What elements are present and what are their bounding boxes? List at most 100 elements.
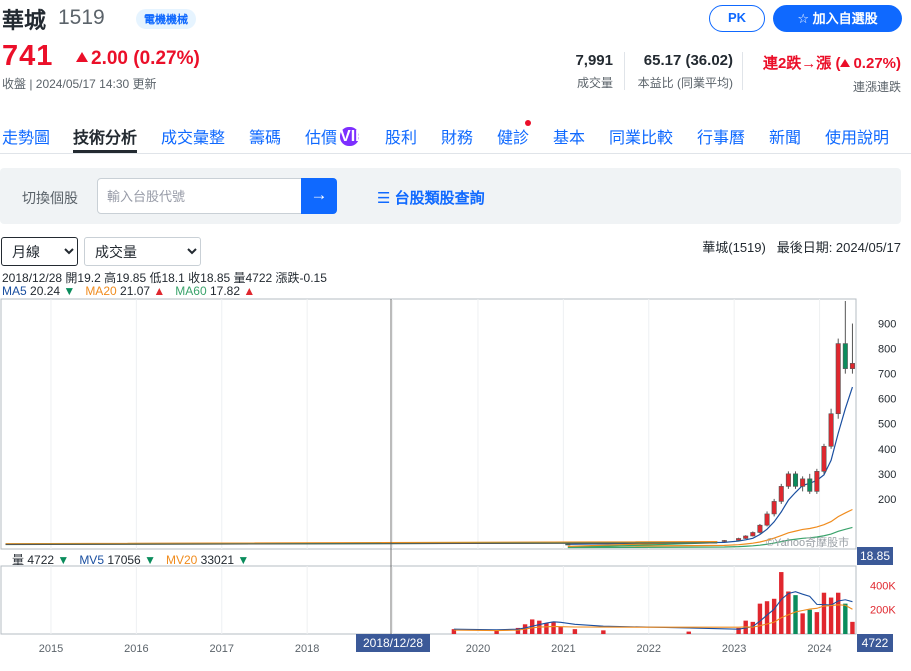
volume-bar [821,592,827,634]
ohlc-date: 2018/12/28 [2,271,63,285]
tab-news[interactable]: 新聞 [769,124,801,148]
volume-bar [572,629,578,634]
tab-valuation-label: 估價 [305,130,338,147]
tab-bar: 走勢圖 技術分析 成交彙整 籌碼 估價 VIP 股利 財務 健診 基本 同業比較 … [0,124,911,150]
candle-body [800,478,806,487]
candle-body [757,524,763,533]
tab-basic[interactable]: 基本 [553,124,585,148]
volume-bar [807,609,812,634]
tab-trend[interactable]: 走勢圖 [2,124,50,148]
price-panel [0,298,857,550]
kline-chart[interactable]: 2015201620172018201920202021202220232024… [0,298,911,671]
x-tick-label: 2018 [295,643,319,655]
vip-badge: VIP [340,127,366,146]
period-select[interactable]: 月線 [1,237,78,266]
candle-body [771,501,777,515]
tab-chips[interactable]: 籌碼 [249,124,281,148]
x-tick-label: 2017 [210,643,234,655]
y-tick-label: 900 [878,319,896,331]
category-lookup-link[interactable]: ☰ 台股類股查詢 [377,187,485,208]
add-watchlist-label: 加入自選股 [812,11,878,26]
tab-technical[interactable]: 技術分析 [73,124,137,148]
down-arrow-icon: ▼ [237,553,250,567]
candle-body [849,363,855,369]
volume-bar [757,603,763,634]
ohlc-values: 開19.2 高19.85 低18.1 收18.85 量4722 漲跌-0.15 [65,271,327,285]
candle-body [736,538,742,541]
tab-peer-compare[interactable]: 同業比較 [609,124,673,148]
tab-calendar[interactable]: 行事曆 [697,124,745,148]
volume-tick-label: 200K [870,605,896,617]
mv5-value: 17056 [107,553,141,567]
list-icon: ☰ [377,190,391,207]
y-tick-label: 300 [878,469,896,481]
ma20-value: 21.07 [120,284,151,298]
chart-stock-title: 華城(1519) [702,240,766,255]
tab-valuation[interactable]: 估價 VIP [305,124,366,148]
volume-bar [843,603,848,634]
vol-label: 量 [12,553,25,567]
active-tab-indicator [73,150,137,153]
tab-diagnosis[interactable]: 健診 [497,124,529,148]
y-tick-label: 800 [878,344,896,356]
candle-body [835,343,841,415]
ma5-value: 20.24 [30,284,61,298]
indicator-select[interactable]: 成交量 [84,237,201,266]
category-lookup-label: 台股類股查詢 [394,190,485,207]
up-arrow-icon [840,59,851,67]
candle-body [743,535,749,539]
x-tick-label: 2016 [124,643,148,655]
pk-button[interactable]: PK [709,5,765,32]
price-change-value: 2.00 [91,48,128,69]
star-icon: ☆ [797,11,809,26]
ma20-label: MA20 [85,284,117,298]
candle-body [750,532,756,537]
ma60-value: 17.82 [210,284,241,298]
cursor-price-label: 18.85 [860,549,890,563]
price-change: 2.00 (0.27%) [76,48,200,70]
add-watchlist-button[interactable]: ☆ 加入自選股 [773,5,902,32]
stock-code: 1519 [58,6,105,29]
tab-divider [0,153,911,154]
volume-bar [551,621,556,634]
watermark: ©Yahoo奇摩股市 [766,535,849,549]
volume-legend: 量 4722 ▼ MV5 17056 ▼ MV20 33021 ▼ [12,551,249,568]
volume-bar [814,612,820,634]
volume-bar [836,592,841,634]
candle-body [764,513,770,526]
y-tick-label: 600 [878,394,896,406]
candle-body [842,343,848,369]
industry-badge[interactable]: 電機機械 [136,9,196,29]
stock-price: 741 [2,40,54,72]
down-arrow-icon: ▼ [63,284,76,298]
volume-tick-label: 400K [870,580,896,592]
candle-body [721,540,727,542]
up-arrow-icon: ▲ [153,284,166,298]
candle-body [807,478,813,492]
x-tick-label: 2024 [807,643,831,655]
volume-bar [779,572,784,634]
streak-pct: 0.27%) [853,55,901,72]
streak-value: 連2跌→漲 (0.27%) [763,52,901,73]
tab-dividend[interactable]: 股利 [385,124,417,148]
tab-trades[interactable]: 成交彙整 [161,124,225,148]
switch-stock-label: 切換個股 [22,190,78,206]
vol-value: 4722 [27,553,55,567]
go-button[interactable]: → [301,178,337,214]
y-tick-label: 200 [878,494,896,506]
volume-bar [800,613,805,634]
pe-value: 65.17 (36.02) [643,52,733,69]
tab-financial[interactable]: 財務 [441,124,473,148]
y-tick-label: 400 [878,444,896,456]
volume-bar [793,595,798,634]
stock-code-input[interactable] [97,178,302,214]
volume-bar [686,631,691,634]
x-tick-label: 2022 [637,643,661,655]
tab-help[interactable]: 使用說明 [825,124,889,148]
x-tick-label: 2023 [722,643,746,655]
y-tick-label: 700 [878,369,896,381]
pe-stat: 65.17 (36.02) 本益比 (同業平均) [638,52,733,91]
candle-body [778,486,784,502]
stat-divider [742,52,743,90]
volume-stat: 7,991 成交量 [575,52,613,91]
